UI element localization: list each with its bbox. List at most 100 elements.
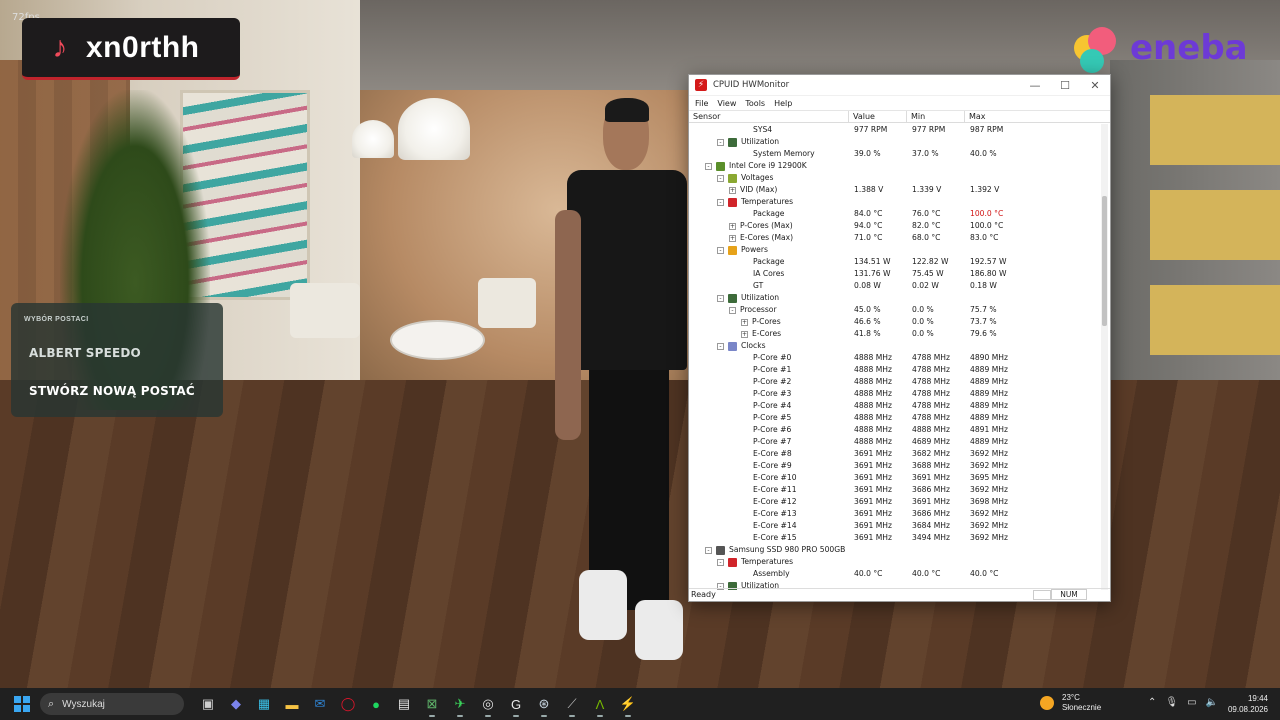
sensor-row[interactable]: - Powers bbox=[689, 244, 1101, 256]
weather-temp: 23°C bbox=[1062, 693, 1080, 702]
sensor-row[interactable]: - Utilization bbox=[689, 136, 1101, 148]
nvidia-icon[interactable]: Λ bbox=[586, 690, 614, 718]
title-bar[interactable]: ⚡ CPUID HWMonitor — ☐ ✕ bbox=[689, 75, 1110, 96]
expand-icon[interactable]: + bbox=[741, 330, 748, 338]
sensor-row[interactable]: + P-Cores (Max) 94.0 °C 82.0 °C 100.0 °C bbox=[689, 220, 1101, 232]
sensor-tree[interactable]: SYS4 977 RPM 977 RPM 987 RPM - Utilization Sys… bbox=[689, 124, 1101, 590]
sensor-row[interactable]: + VID (Max) 1.388 V 1.339 V 1.392 V bbox=[689, 184, 1101, 196]
maximize-icon[interactable]: ☐ bbox=[1050, 79, 1080, 92]
sensor-row[interactable]: P-Core #5 4888 MHz 4788 MHz 4889 MHz bbox=[689, 412, 1101, 424]
expand-icon[interactable]: + bbox=[729, 186, 736, 194]
sensor-row[interactable]: - Temperatures bbox=[689, 556, 1101, 568]
col-value[interactable]: Value bbox=[849, 111, 907, 122]
vertical-scrollbar[interactable] bbox=[1101, 124, 1108, 590]
sensor-row[interactable]: - Samsung SSD 980 PRO 500GB bbox=[689, 544, 1101, 556]
sensor-row[interactable]: E-Core #10 3691 MHz 3691 MHz 3695 MHz bbox=[689, 472, 1101, 484]
col-max[interactable]: Max bbox=[965, 111, 1101, 122]
sensor-row[interactable]: - Clocks bbox=[689, 340, 1101, 352]
task-view-icon[interactable]: ▣ bbox=[194, 690, 222, 718]
sensor-row[interactable]: P-Core #2 4888 MHz 4788 MHz 4889 MHz bbox=[689, 376, 1101, 388]
expand-icon[interactable]: + bbox=[729, 234, 736, 242]
menu-view[interactable]: View bbox=[717, 99, 736, 108]
shelf bbox=[1150, 285, 1280, 355]
hwmonitor-icon[interactable]: ⚡ bbox=[614, 690, 642, 718]
collapse-icon[interactable]: - bbox=[717, 198, 724, 206]
sensor-row[interactable]: E-Core #15 3691 MHz 3494 MHz 3692 MHz bbox=[689, 532, 1101, 544]
sensor-row[interactable]: E-Core #12 3691 MHz 3691 MHz 3698 MHz bbox=[689, 496, 1101, 508]
sensor-row[interactable]: Assembly 40.0 °C 40.0 °C 40.0 °C bbox=[689, 568, 1101, 580]
sensor-name: E-Core #8 bbox=[753, 449, 792, 458]
sensor-row[interactable]: P-Core #4 4888 MHz 4788 MHz 4889 MHz bbox=[689, 400, 1101, 412]
sensor-row[interactable]: E-Core #11 3691 MHz 3686 MHz 3692 MHz bbox=[689, 484, 1101, 496]
windows-start-icon[interactable] bbox=[14, 696, 30, 712]
sensor-row[interactable]: E-Core #8 3691 MHz 3682 MHz 3692 MHz bbox=[689, 448, 1101, 460]
volume-icon[interactable]: 🔈 bbox=[1206, 697, 1218, 708]
weather-widget[interactable]: 23°C Słonecznie bbox=[1040, 693, 1101, 713]
collapse-icon[interactable]: - bbox=[717, 294, 724, 302]
expand-icon[interactable]: + bbox=[729, 222, 736, 230]
sensor-row[interactable]: E-Core #13 3691 MHz 3686 MHz 3692 MHz bbox=[689, 508, 1101, 520]
sensor-row[interactable]: P-Core #7 4888 MHz 4689 MHz 4889 MHz bbox=[689, 436, 1101, 448]
sensor-row[interactable]: + E-Cores (Max) 71.0 °C 68.0 °C 83.0 °C bbox=[689, 232, 1101, 244]
sensor-row[interactable]: P-Core #6 4888 MHz 4888 MHz 4891 MHz bbox=[689, 424, 1101, 436]
collapse-icon[interactable]: - bbox=[717, 342, 724, 350]
sensor-row[interactable]: - Intel Core i9 12900K bbox=[689, 160, 1101, 172]
sensor-row[interactable]: P-Core #3 4888 MHz 4788 MHz 4889 MHz bbox=[689, 388, 1101, 400]
sensor-row[interactable]: IA Cores 131.76 W 75.45 W 186.80 W bbox=[689, 268, 1101, 280]
sensor-row[interactable]: + E-Cores 41.8 % 0.0 % 79.6 % bbox=[689, 328, 1101, 340]
store-icon[interactable]: ▦ bbox=[250, 690, 278, 718]
app-tool-icon[interactable]: ⟋ bbox=[558, 690, 586, 718]
close-icon[interactable]: ✕ bbox=[1080, 79, 1110, 92]
steam-icon[interactable]: ⊛ bbox=[530, 690, 558, 718]
character-option-albert[interactable]: ALBERT SPEEDO bbox=[29, 346, 141, 360]
sensor-name: Utilization bbox=[741, 137, 780, 146]
menu-file[interactable]: File bbox=[695, 99, 708, 108]
sensor-row[interactable]: E-Core #14 3691 MHz 3684 MHz 3692 MHz bbox=[689, 520, 1101, 532]
sensor-row[interactable]: - Voltages bbox=[689, 172, 1101, 184]
network-icon[interactable]: ▭ bbox=[1187, 697, 1196, 708]
app-green-icon[interactable]: ✈ bbox=[446, 690, 474, 718]
sensor-row[interactable]: Package 134.51 W 122.82 W 192.57 W bbox=[689, 256, 1101, 268]
logitech-icon[interactable]: G bbox=[502, 690, 530, 718]
col-sensor[interactable]: Sensor bbox=[689, 111, 849, 122]
sensor-name: IA Cores bbox=[753, 269, 785, 278]
outlook-icon[interactable]: ✉ bbox=[306, 690, 334, 718]
xbox-icon[interactable]: ⊠ bbox=[418, 690, 446, 718]
expand-icon[interactable]: + bbox=[741, 318, 748, 326]
menu-tools[interactable]: Tools bbox=[745, 99, 765, 108]
sensor-row[interactable]: E-Core #9 3691 MHz 3688 MHz 3692 MHz bbox=[689, 460, 1101, 472]
minimize-icon[interactable]: — bbox=[1020, 79, 1050, 92]
collapse-icon[interactable]: - bbox=[717, 558, 724, 566]
spotify-icon[interactable]: ● bbox=[362, 690, 390, 718]
sensor-row[interactable]: - Temperatures bbox=[689, 196, 1101, 208]
opera-icon[interactable]: ◯ bbox=[334, 690, 362, 718]
folder-icon[interactable]: ▬ bbox=[278, 690, 306, 718]
sensor-row[interactable]: - Utilization bbox=[689, 292, 1101, 304]
collapse-icon[interactable]: - bbox=[717, 138, 724, 146]
chevron-up-icon[interactable]: ⌃ bbox=[1148, 697, 1156, 708]
taskbar-search[interactable]: ⌕ Wyszukaj bbox=[40, 693, 184, 715]
notepad-icon[interactable]: ▤ bbox=[390, 690, 418, 718]
menu-help[interactable]: Help bbox=[774, 99, 792, 108]
sensor-row[interactable]: P-Core #0 4888 MHz 4788 MHz 4890 MHz bbox=[689, 352, 1101, 364]
collapse-icon[interactable]: - bbox=[717, 246, 724, 254]
sensor-row[interactable]: SYS4 977 RPM 977 RPM 987 RPM bbox=[689, 124, 1101, 136]
sensor-row[interactable]: - Processor 45.0 % 0.0 % 75.7 % bbox=[689, 304, 1101, 316]
create-character-button[interactable]: STWÓRZ NOWĄ POSTAĆ bbox=[29, 384, 195, 398]
sensor-row[interactable]: P-Core #1 4888 MHz 4788 MHz 4889 MHz bbox=[689, 364, 1101, 376]
taskbar-clock[interactable]: 19:44 09.08.2026 bbox=[1226, 693, 1268, 715]
chrome-icon[interactable]: ◎ bbox=[474, 690, 502, 718]
mic-icon[interactable]: 🎙 bbox=[1165, 697, 1178, 708]
sensor-row[interactable]: Package 84.0 °C 76.0 °C 100.0 °C bbox=[689, 208, 1101, 220]
sensor-value: 4888 MHz bbox=[854, 401, 892, 410]
collapse-icon[interactable]: - bbox=[729, 306, 736, 314]
collapse-icon[interactable]: - bbox=[717, 174, 724, 182]
col-min[interactable]: Min bbox=[907, 111, 965, 122]
sensor-row[interactable]: GT 0.08 W 0.02 W 0.18 W bbox=[689, 280, 1101, 292]
collapse-icon[interactable]: - bbox=[705, 546, 712, 554]
teams-icon[interactable]: ◆ bbox=[222, 690, 250, 718]
sensor-row[interactable]: System Memory 39.0 % 37.0 % 40.0 % bbox=[689, 148, 1101, 160]
scrollbar-thumb[interactable] bbox=[1102, 196, 1107, 326]
collapse-icon[interactable]: - bbox=[705, 162, 712, 170]
sensor-row[interactable]: + P-Cores 46.6 % 0.0 % 73.7 % bbox=[689, 316, 1101, 328]
